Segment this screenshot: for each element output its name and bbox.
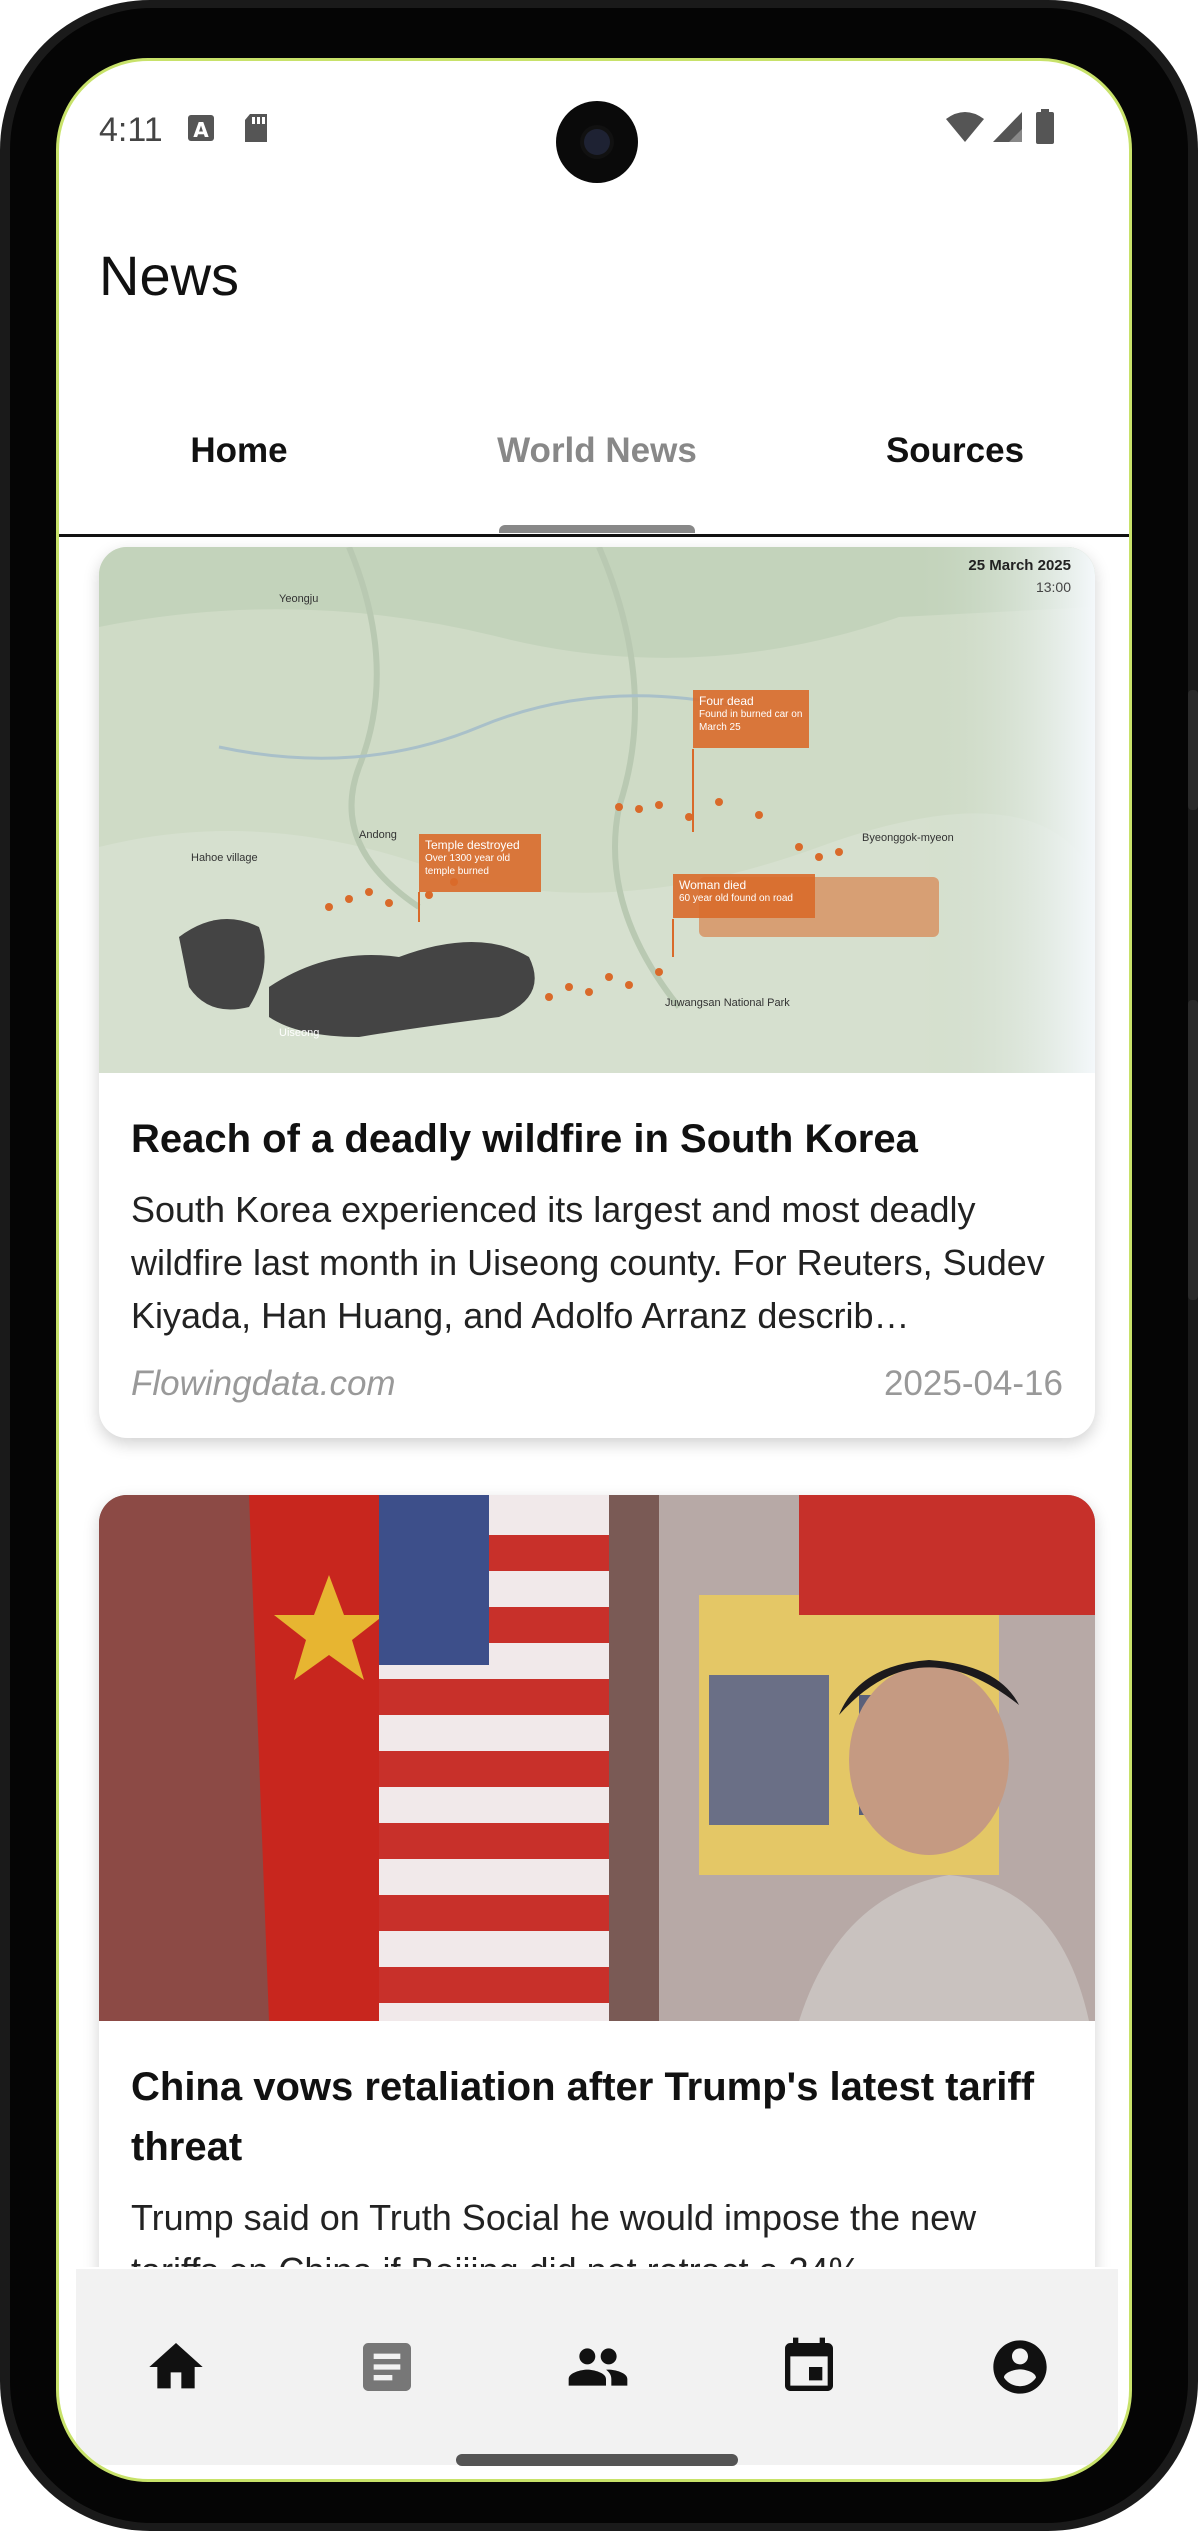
tab-bar: Home World News Sources (59, 391, 1129, 537)
tab-world-news[interactable]: World News (417, 431, 777, 471)
article-icon[interactable] (355, 2335, 419, 2399)
front-camera (556, 101, 638, 183)
news-card[interactable]: 25 March 2025 13:00 Yeongju Andong Hahoe… (99, 547, 1095, 1438)
volume-button (1188, 690, 1198, 810)
article-description: South Korea experienced its largest and … (131, 1189, 1045, 1336)
gesture-home-bar[interactable] (456, 2454, 738, 2466)
map-place-label: Hahoe village (191, 852, 258, 864)
callout-title: Four dead (699, 694, 754, 708)
sd-card-icon (243, 113, 269, 148)
article-description: Trump said on Truth Social he would impo… (131, 2197, 977, 2267)
article-date: 2025-04-16 (883, 1364, 1063, 1403)
map-place-label: Andong (359, 829, 397, 841)
map-place-label: Byeonggok-myeon (862, 832, 954, 844)
phone-frame: 4:11 A News Home World News Sources 25 M… (0, 0, 1198, 2531)
status-bar: 4:11 A (59, 61, 1129, 201)
map-callout: Temple destroyed Over 1300 year old temp… (425, 839, 539, 878)
battery-icon (1035, 109, 1055, 150)
map-date: 25 March 2025 (968, 557, 1071, 574)
news-card[interactable]: China vows retaliation after Trump's lat… (99, 1495, 1095, 2267)
power-button (1188, 1000, 1198, 1300)
map-callout: Four dead Found in burned car on March 2… (699, 695, 807, 734)
card-body: Reach of a deadly wildfire in South Kore… (99, 1073, 1095, 1438)
page-title: News (99, 244, 240, 307)
article-image-map: 25 March 2025 13:00 Yeongju Andong Hahoe… (99, 547, 1095, 1073)
map-place-label: Juwangsan National Park (665, 997, 790, 1009)
map-place-label: Uiseong (279, 1027, 320, 1039)
callout-text: 60 year old found on road (679, 893, 793, 904)
tab-sources[interactable]: Sources (775, 431, 1129, 471)
article-title: China vows retaliation after Trump's lat… (131, 2065, 1035, 2169)
tab-indicator (499, 525, 695, 533)
font-notification-icon: A (187, 113, 215, 148)
people-icon[interactable] (566, 2335, 630, 2399)
callout-text: Found in burned car on March 25 (699, 709, 803, 733)
account-circle-icon[interactable] (988, 2335, 1052, 2399)
map-time: 13:00 (1035, 579, 1071, 595)
bottom-navigation (76, 2269, 1118, 2465)
calendar-icon[interactable] (777, 2335, 841, 2399)
map-callout: Woman died 60 year old found on road (679, 879, 815, 905)
article-title: Reach of a deadly wildfire in South Kore… (131, 1117, 918, 1161)
article-image-photo (99, 1495, 1095, 2021)
tab-home[interactable]: Home (59, 431, 419, 471)
article-source: Flowingdata.com (131, 1364, 396, 1403)
article-meta: Flowingdata.com 2025-04-16 (131, 1364, 1063, 1404)
card-body: China vows retaliation after Trump's lat… (99, 2021, 1095, 2267)
map-place-label: Yeongju (279, 593, 319, 605)
status-time: 4:11 (99, 111, 163, 149)
callout-text: Over 1300 year old temple burned (425, 853, 511, 877)
home-icon[interactable] (144, 2335, 208, 2399)
cell-signal-icon (991, 111, 1023, 148)
screen: 4:11 A News Home World News Sources 25 M… (56, 58, 1132, 2482)
wifi-icon (945, 111, 985, 148)
callout-title: Woman died (679, 878, 747, 892)
svg-text:A: A (193, 118, 209, 142)
news-list[interactable]: 25 March 2025 13:00 Yeongju Andong Hahoe… (59, 537, 1129, 2267)
callout-title: Temple destroyed (425, 838, 520, 852)
